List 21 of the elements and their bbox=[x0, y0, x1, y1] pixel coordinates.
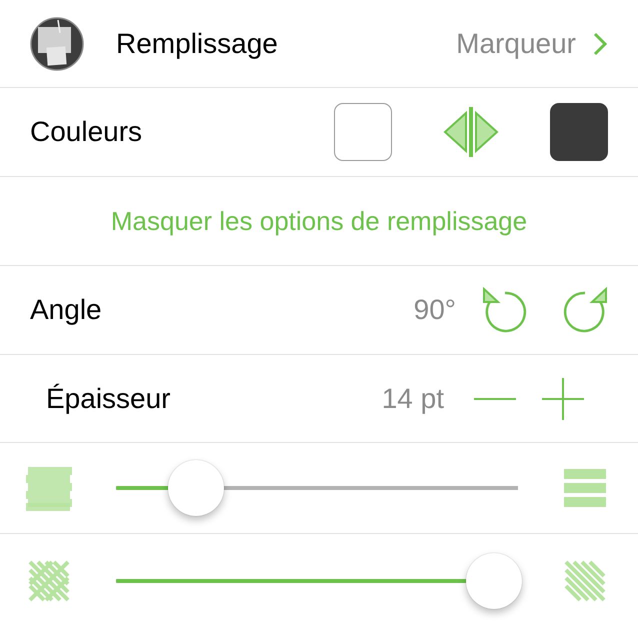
slider-thumb[interactable] bbox=[168, 460, 224, 516]
angle-value: 90° bbox=[414, 294, 456, 326]
fill-style-icon bbox=[30, 16, 84, 70]
stroke-color-swatch[interactable] bbox=[550, 103, 608, 161]
rotate-right-icon[interactable] bbox=[562, 287, 608, 333]
fill-color-swatch[interactable] bbox=[334, 103, 392, 161]
thickness-value: 14 pt bbox=[382, 382, 444, 414]
colors-label: Couleurs bbox=[30, 116, 144, 148]
plus-icon[interactable] bbox=[542, 378, 584, 420]
slider-thumb[interactable] bbox=[466, 552, 522, 608]
crosshatch-icon bbox=[26, 558, 72, 604]
angle-label: Angle bbox=[30, 294, 103, 326]
fill-value: Marqueur bbox=[456, 28, 576, 60]
chevron-right-icon[interactable] bbox=[592, 32, 608, 56]
dense-stripes-icon bbox=[26, 465, 72, 511]
hide-fill-options-link[interactable]: Masquer les options de remplissage bbox=[110, 206, 528, 236]
diagonal-hatch-icon bbox=[562, 558, 608, 604]
swap-colors-icon[interactable] bbox=[442, 105, 500, 159]
fill-label: Remplissage bbox=[116, 28, 279, 60]
rotate-left-icon[interactable] bbox=[482, 287, 528, 333]
thickness-label: Épaisseur bbox=[46, 382, 172, 414]
